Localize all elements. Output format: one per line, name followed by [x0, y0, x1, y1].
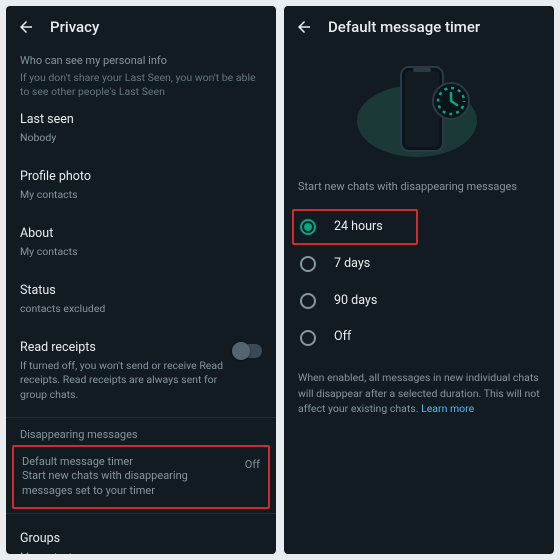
groups-item[interactable]: Groups My contacts [20, 518, 262, 554]
footer-note: When enabled, all messages in new indivi… [298, 370, 540, 416]
item-value: My contacts [20, 245, 262, 259]
item-sub: If turned off, you won't send or receive… [20, 359, 232, 402]
read-receipts-toggle[interactable] [232, 344, 262, 358]
item-value: contacts excluded [20, 302, 262, 316]
profile-photo-item[interactable]: Profile photo My contacts [20, 156, 262, 213]
timer-options: 24 hours 7 days 90 days Off [298, 209, 540, 357]
option-label: 90 days [334, 293, 377, 310]
appbar-title: Default message timer [328, 17, 480, 37]
privacy-content: Who can see my personal info If you don'… [6, 54, 276, 554]
item-value: Nobody [20, 131, 262, 145]
about-item[interactable]: About My contacts [20, 213, 262, 270]
section-hint-sub: If you don't share your Last Seen, you w… [20, 71, 262, 99]
item-value: Off [245, 458, 260, 473]
status-item[interactable]: Status contacts excluded [20, 270, 262, 327]
divider [6, 513, 276, 514]
back-button[interactable] [292, 15, 316, 39]
highlight-box-right [292, 209, 418, 245]
default-message-timer-item[interactable]: Default message timer Start new chats wi… [22, 455, 260, 500]
item-label: Read receipts [20, 340, 232, 357]
item-label: About [20, 226, 262, 243]
back-button[interactable] [14, 15, 38, 39]
learn-more-link[interactable]: Learn more [421, 402, 474, 415]
item-value: My contacts [20, 550, 262, 554]
timer-illustration [284, 54, 554, 174]
option-label: Off [334, 329, 351, 346]
read-receipts-item[interactable]: Read receipts If turned off, you won't s… [20, 327, 262, 412]
default-timer-screen: Default message timer Start new chats wi… [284, 6, 554, 554]
section-hint-title: Who can see my personal info [20, 54, 262, 69]
highlight-box-left: Default message timer Start new chats wi… [12, 445, 270, 510]
item-label: Groups [20, 531, 262, 548]
radio-icon [300, 256, 316, 272]
item-label: Profile photo [20, 169, 262, 186]
arrow-left-icon [295, 18, 313, 36]
appbar: Default message timer [284, 6, 554, 48]
item-label: Last seen [20, 112, 262, 129]
arrow-left-icon [17, 18, 35, 36]
option-90-days[interactable]: 90 days [298, 283, 540, 320]
appbar-title: Privacy [50, 17, 99, 37]
appbar: Privacy [6, 6, 276, 48]
intro-text: Start new chats with disappearing messag… [298, 180, 540, 195]
item-label: Status [20, 283, 262, 300]
option-label: 7 days [334, 256, 370, 273]
item-sub: Start new chats with disappearing messag… [22, 469, 237, 499]
option-7-days[interactable]: 7 days [298, 246, 540, 283]
option-off[interactable]: Off [298, 319, 540, 356]
group-title: Disappearing messages [20, 428, 262, 443]
item-label: Default message timer [22, 455, 237, 470]
timer-content: Start new chats with disappearing messag… [284, 180, 554, 426]
radio-icon [300, 293, 316, 309]
radio-icon [300, 330, 316, 346]
last-seen-item[interactable]: Last seen Nobody [20, 99, 262, 156]
phone-timer-icon [339, 59, 499, 169]
item-value: My contacts [20, 188, 262, 202]
privacy-screen: Privacy Who can see my personal info If … [6, 6, 276, 554]
footer-text: When enabled, all messages in new indivi… [298, 371, 540, 414]
divider [6, 417, 276, 418]
